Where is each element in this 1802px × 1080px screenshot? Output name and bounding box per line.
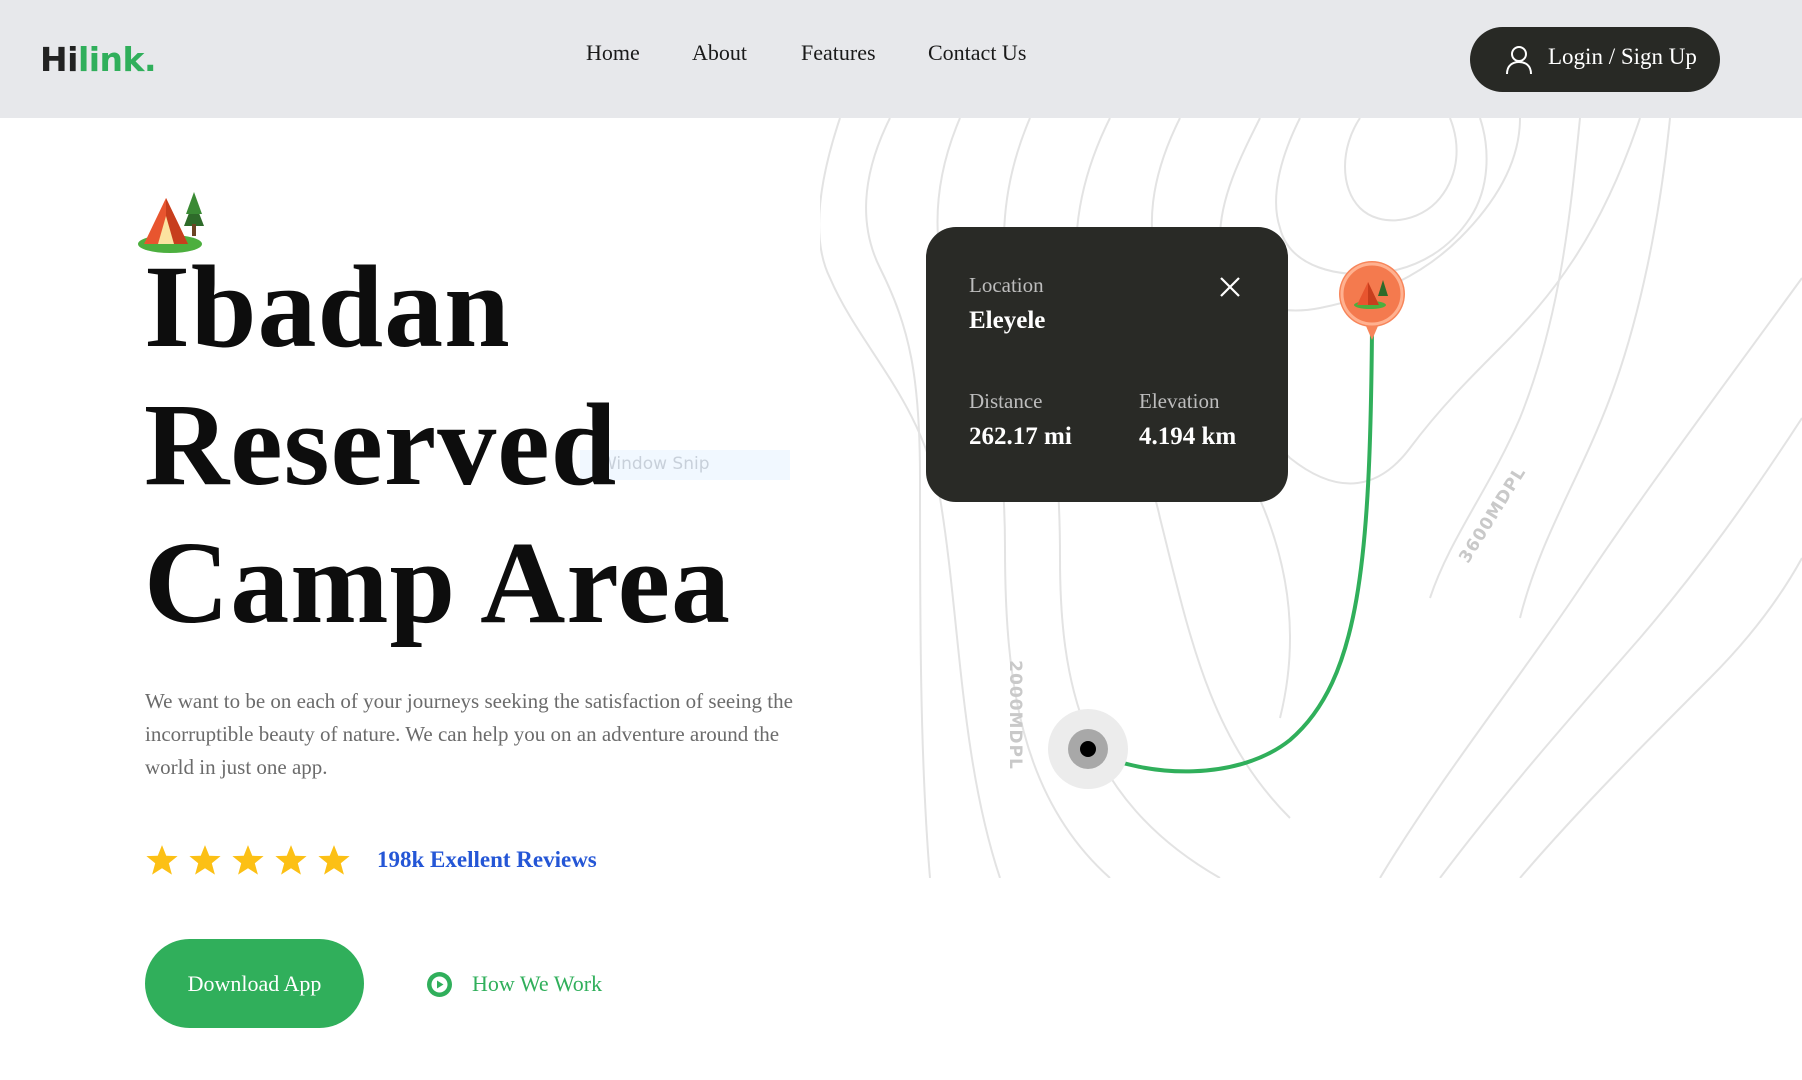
star-icon bbox=[189, 845, 221, 875]
nav-item-features[interactable]: Features bbox=[801, 40, 876, 66]
star-icon bbox=[146, 845, 178, 875]
hero-description: We want to be on each of your journeys s… bbox=[145, 689, 793, 779]
elevation-label: Elevation bbox=[1139, 389, 1220, 413]
user-icon bbox=[1506, 46, 1532, 75]
login-signup-button[interactable]: Login / Sign Up bbox=[1470, 27, 1720, 92]
download-app-button[interactable]: Download App bbox=[145, 939, 364, 1028]
hero-title-line-3: Camp Area bbox=[144, 517, 731, 648]
play-icon bbox=[427, 971, 452, 997]
rating-stars bbox=[145, 843, 351, 877]
star-icon bbox=[275, 845, 307, 875]
login-signup-label: Login / Sign Up bbox=[1548, 44, 1697, 69]
how-we-work-label: How We Work bbox=[472, 971, 603, 996]
elevation-value: 4.194 km bbox=[1139, 423, 1237, 450]
start-point-marker[interactable] bbox=[1048, 709, 1128, 789]
contour-label-2000: 2000MDPL bbox=[1004, 660, 1025, 770]
location-value: Eleyele bbox=[969, 307, 1046, 334]
location-label: Location bbox=[969, 273, 1044, 297]
hero-title: Ibadan Reserved Camp Area bbox=[144, 238, 731, 652]
star-icon bbox=[232, 845, 264, 875]
how-we-work-button[interactable]: How We Work bbox=[427, 968, 602, 1000]
hero-title-line-2: Reserved bbox=[144, 379, 618, 510]
star-icon bbox=[318, 845, 350, 875]
header: Hilink. Home About Features Contact Us L… bbox=[0, 0, 1802, 118]
location-info-card: Location Eleyele Distance 262.17 mi Elev… bbox=[926, 227, 1288, 502]
hero-title-line-1: Ibadan bbox=[144, 241, 511, 372]
distance-label: Distance bbox=[969, 389, 1043, 413]
close-icon[interactable] bbox=[1218, 275, 1242, 299]
nav-item-contact-us[interactable]: Contact Us bbox=[928, 40, 1026, 66]
reviews-link[interactable]: 198k Exellent Reviews bbox=[377, 847, 597, 873]
nav-item-about[interactable]: About bbox=[692, 40, 747, 66]
nav-item-home[interactable]: Home bbox=[586, 40, 640, 66]
distance-value: 262.17 mi bbox=[969, 423, 1072, 450]
